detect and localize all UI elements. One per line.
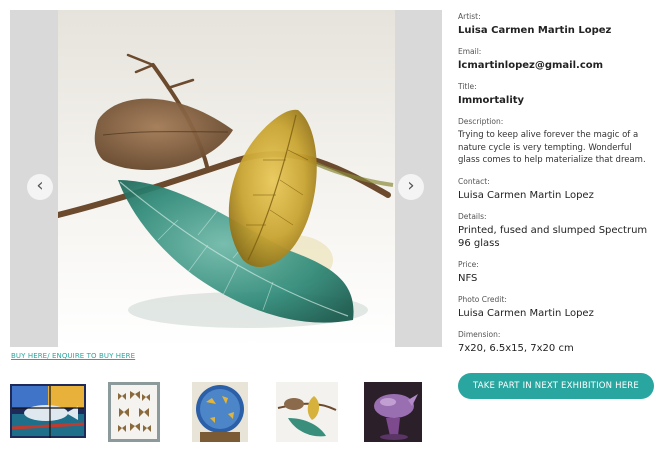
artwork-gallery: ‹ › <box>10 10 442 347</box>
artwork-details-panel: Artist: Luisa Carmen Martin Lopez Email:… <box>458 12 654 355</box>
title-field: Title: Immortality <box>458 82 654 107</box>
thumbnail-framed-butterflies[interactable] <box>108 382 160 442</box>
photo-credit-label: Photo Credit: <box>458 294 507 304</box>
details-field: Details: Printed, fused and slumped Spec… <box>458 212 654 250</box>
thumbnail-stained-glass-fish[interactable] <box>10 384 86 438</box>
dimension-value: 7x20, 6.5x15, 7x20 cm <box>458 342 574 354</box>
thumbnail-leaves-on-branch[interactable] <box>276 382 338 442</box>
title-value: Immortality <box>458 95 525 106</box>
chevron-right-icon: › <box>407 175 415 196</box>
dimension-label: Dimension: <box>458 329 501 339</box>
dimension-field: Dimension: 7x20, 6.5x15, 7x20 cm <box>458 330 654 355</box>
photo-credit-value: Luisa Carmen Martin Lopez <box>458 307 594 319</box>
prev-arrow-button[interactable]: ‹ <box>27 174 53 200</box>
exhibition-cta-button[interactable]: TAKE PART IN NEXT EXHIBITION HERE <box>458 373 654 399</box>
price-value: NFS <box>458 272 478 284</box>
description-label: Description: <box>458 117 504 126</box>
contact-value: Luisa Carmen Martin Lopez <box>458 189 594 201</box>
artist-label: Artist: <box>458 12 481 21</box>
price-label: Price: <box>458 259 479 269</box>
description-field: Description: Trying to keep alive foreve… <box>458 117 654 167</box>
thumbnail-purple-glass-bird[interactable] <box>364 382 422 442</box>
chevron-left-icon: ‹ <box>36 175 44 196</box>
email-value[interactable]: lcmartinlopez@gmail.com <box>458 59 654 72</box>
email-field: Email: lcmartinlopez@gmail.com <box>458 47 654 72</box>
contact-label: Contact: <box>458 176 490 186</box>
artist-field: Artist: Luisa Carmen Martin Lopez <box>458 12 654 37</box>
thumbnail-strip <box>10 382 442 448</box>
description-value: Trying to keep alive forever the magic o… <box>458 130 646 165</box>
buy-enquire-link[interactable]: BUY HERE/ ENQUIRE TO BUY HERE <box>11 352 135 360</box>
next-arrow-button[interactable]: › <box>398 174 424 200</box>
email-label: Email: <box>458 47 482 56</box>
title-label: Title: <box>458 82 477 91</box>
details-value: Printed, fused and slumped Spectrum 96 g… <box>458 224 648 249</box>
artist-value: Luisa Carmen Martin Lopez <box>458 25 612 36</box>
glass-leaves-artwork <box>58 10 395 347</box>
price-field: Price: NFS <box>458 260 654 285</box>
artwork-main-image[interactable] <box>58 10 395 347</box>
thumbnail-glass-plate-blue[interactable] <box>192 382 248 442</box>
contact-field: Contact: Luisa Carmen Martin Lopez <box>458 177 654 202</box>
photo-credit-field: Photo Credit: Luisa Carmen Martin Lopez <box>458 295 654 320</box>
details-label: Details: <box>458 211 487 221</box>
